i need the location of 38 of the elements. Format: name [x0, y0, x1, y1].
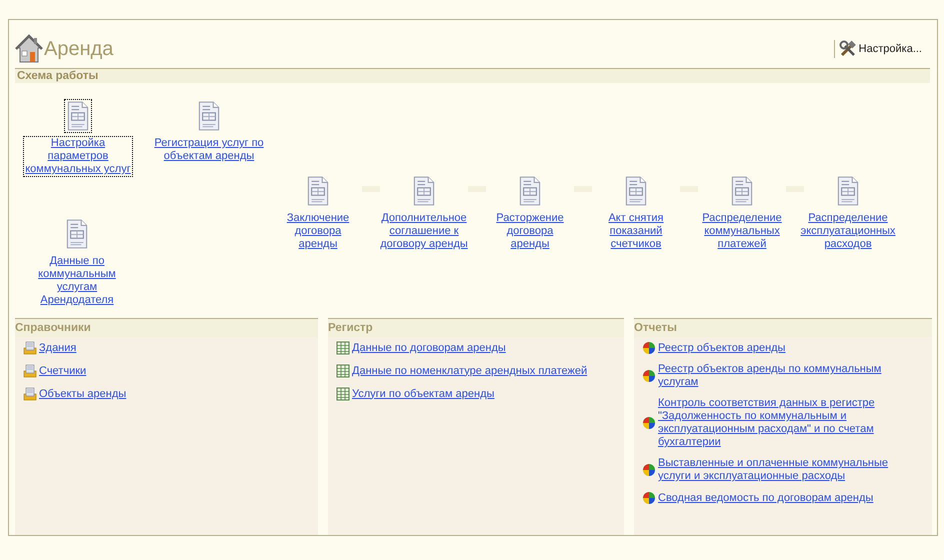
scheme-link[interactable]: Заключение договора аренды [273, 174, 363, 252]
scheme-link[interactable]: Дополнительное соглашение к договору аренды [379, 174, 469, 252]
scheme-link[interactable]: Расторжение договора аренды [485, 174, 575, 252]
section-header: Схема работы [15, 69, 930, 83]
panel-link[interactable]: Выставленные и оплаченные коммунальные услуги и эксплуатационные расходы [642, 457, 892, 483]
scheme-link[interactable]: Распределение эксплуатационных расходов [803, 174, 893, 252]
scheme-link[interactable]: Данные по коммунальным услугам Арендодателя [27, 217, 127, 308]
catalog-icon [23, 387, 37, 401]
table-icon [336, 341, 350, 355]
panel-link[interactable]: Счетчики [23, 364, 310, 378]
panel-link[interactable]: Сводная ведомость по договорам аренды [642, 491, 892, 505]
catalog-icon [23, 341, 37, 355]
pie-chart-icon [642, 463, 656, 477]
tools-icon [838, 40, 857, 58]
panel-link[interactable]: Реестр объектов аренды по коммунальным услугам [642, 363, 892, 389]
pie-chart-icon [642, 369, 656, 383]
page-title: Аренда [44, 38, 114, 60]
settings-button[interactable]: Настройка... [834, 40, 924, 58]
panel-title: Регистр [328, 319, 624, 337]
panel-link[interactable]: Данные по номенклатуре арендных платежей [336, 364, 616, 378]
panel-title: Справочники [15, 319, 318, 337]
pie-chart-icon [642, 416, 656, 430]
table-icon [336, 364, 350, 378]
panel-link[interactable]: Объекты аренды [23, 387, 310, 401]
table-icon [336, 387, 350, 401]
panel-link[interactable]: Контроль соответствия данных в регистре "Задолженность по коммунальным и эксплуатационным расходам" и по счетам бухгалтерии [642, 397, 892, 449]
scheme-link[interactable]: Акт снятия показаний счетчиков [591, 174, 681, 252]
catalog-icon [23, 364, 37, 378]
scheme-link[interactable]: Распределение коммунальных платежей [697, 174, 787, 252]
pie-chart-icon [642, 341, 656, 355]
panel-link[interactable]: Данные по договорам аренды [336, 341, 616, 355]
house-icon [15, 34, 43, 64]
pie-chart-icon [642, 491, 656, 505]
panel-link[interactable]: Реестр объектов аренды [642, 341, 892, 355]
panel-title: Отчеты [634, 319, 932, 337]
scheme-link[interactable]: Регистрация услуг по объектам аренды [149, 99, 269, 164]
panel-link[interactable]: Здания [23, 341, 310, 355]
panel-link[interactable]: Услуги по объектам аренды [336, 387, 616, 401]
